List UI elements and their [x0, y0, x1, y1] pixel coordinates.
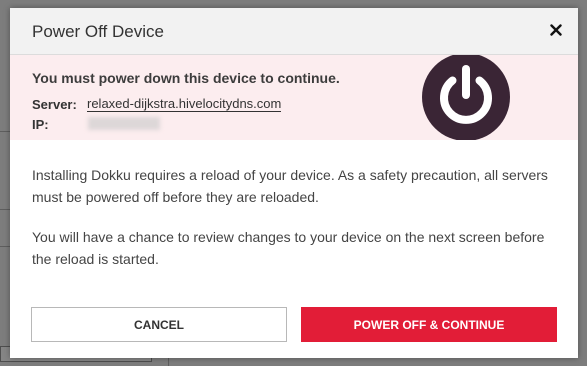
- server-label: Server:: [32, 97, 77, 112]
- close-icon: [550, 24, 562, 36]
- server-hostname-link[interactable]: relaxed-dijkstra.hivelocitydns.com: [87, 97, 282, 112]
- power-off-continue-button[interactable]: POWER OFF & CONTINUE: [301, 307, 557, 342]
- background-divider: [0, 209, 10, 210]
- background-divider: [0, 246, 10, 247]
- reload-warning-text: Installing Dokku requires a reload of yo…: [32, 167, 548, 205]
- cancel-button[interactable]: CANCEL: [31, 307, 287, 342]
- background-divider: [0, 131, 10, 132]
- power-off-dialog: Power Off Device You must power down thi…: [10, 8, 578, 358]
- dialog-title: Power Off Device: [32, 22, 164, 41]
- review-changes-text: You will have a chance to review changes…: [32, 229, 545, 267]
- close-button[interactable]: [546, 20, 566, 40]
- power-icon: [422, 55, 510, 140]
- ip-label: IP:: [32, 117, 49, 132]
- alert-heading: You must power down this device to conti…: [32, 70, 340, 86]
- ip-value-redacted: [88, 117, 160, 130]
- dialog-header: Power Off Device: [10, 8, 578, 55]
- power-down-alert: You must power down this device to conti…: [10, 55, 578, 140]
